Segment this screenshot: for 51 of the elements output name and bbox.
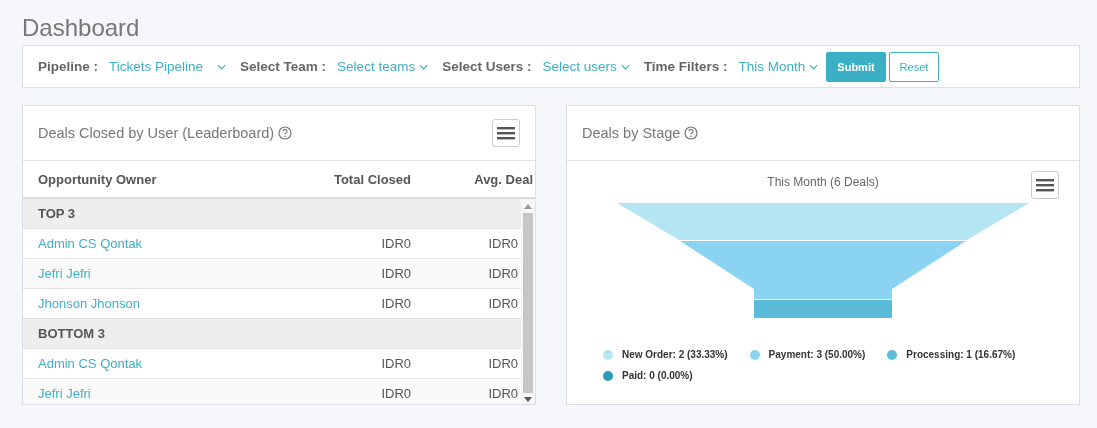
- table-cell-text: IDR0: [380, 266, 411, 281]
- table-cell-text: IDR0: [380, 356, 411, 371]
- menu-button[interactable]: [492, 119, 520, 147]
- owner-link[interactable]: Jefri Jefri: [23, 266, 268, 281]
- chevron-down-icon: [809, 63, 819, 70]
- chevron-down-icon: [217, 63, 227, 70]
- legend-label[interactable]: Payment: 3 (50.00%): [768, 349, 866, 360]
- filter-label: Time Filters :: [643, 59, 728, 74]
- menu-icon: [497, 126, 515, 140]
- chart-subtitle: This Month (6 Deals): [767, 175, 879, 189]
- chevron-down-icon: [419, 63, 429, 70]
- legend-label[interactable]: New Order: 2 (33.33%): [622, 349, 728, 360]
- table-cell-text: IDR0: [487, 236, 518, 251]
- group-label: BOTTOM 3: [37, 326, 106, 341]
- filter-dropdown[interactable]: Select users: [542, 59, 630, 74]
- panel-title: Deals Closed by User (Leaderboard): [38, 125, 275, 141]
- submit-button[interactable]: Submit: [826, 51, 886, 82]
- table-cell-text: IDR0: [487, 296, 518, 311]
- table-cell-text: IDR0: [380, 386, 411, 401]
- filter-label: Select Users :: [442, 59, 532, 74]
- scroll-up-icon[interactable]: [524, 204, 532, 209]
- table-cell-text: IDR0: [380, 296, 411, 311]
- menu-icon: [1036, 178, 1054, 192]
- chevron-down-icon: [620, 63, 630, 70]
- filter-label: Select Team :: [240, 59, 327, 74]
- scroll-down-icon[interactable]: [524, 397, 532, 402]
- menu-button[interactable]: [1031, 171, 1059, 199]
- owner-link[interactable]: Admin CS Qontak: [23, 356, 268, 371]
- column-header: Total Closed: [332, 171, 411, 187]
- scrollbar[interactable]: [521, 199, 535, 404]
- owner-link[interactable]: Jefri Jefri: [23, 386, 268, 401]
- help-icon[interactable]: [278, 126, 293, 140]
- table-cell-text: IDR0: [487, 266, 518, 281]
- column-header: Opportunity Owner: [37, 171, 158, 187]
- help-icon[interactable]: [684, 126, 699, 140]
- owner-link[interactable]: Jhonson Jhonson: [23, 296, 268, 311]
- table-cell-text: IDR0: [380, 236, 411, 251]
- legend-label[interactable]: Processing: 1 (16.67%): [906, 349, 1016, 360]
- table-cell-text: IDR0: [487, 356, 518, 371]
- column-header: Avg. Deal: [473, 171, 533, 187]
- filter-label: Pipeline :: [38, 59, 98, 74]
- filter-dropdown[interactable]: Tickets Pipeline: [109, 59, 227, 74]
- filter-dropdown[interactable]: Select teams: [337, 59, 429, 74]
- owner-link[interactable]: Admin CS Qontak: [23, 236, 268, 251]
- legend-label[interactable]: Paid: 0 (0.00%): [622, 370, 693, 381]
- reset-button[interactable]: Reset: [888, 51, 940, 82]
- page-title: Dashboard: [22, 13, 141, 43]
- group-label: TOP 3: [37, 206, 77, 221]
- filter-dropdown[interactable]: This Month: [738, 59, 819, 74]
- table-cell-text: IDR0: [487, 386, 518, 401]
- panel-title: Deals by Stage: [582, 125, 681, 141]
